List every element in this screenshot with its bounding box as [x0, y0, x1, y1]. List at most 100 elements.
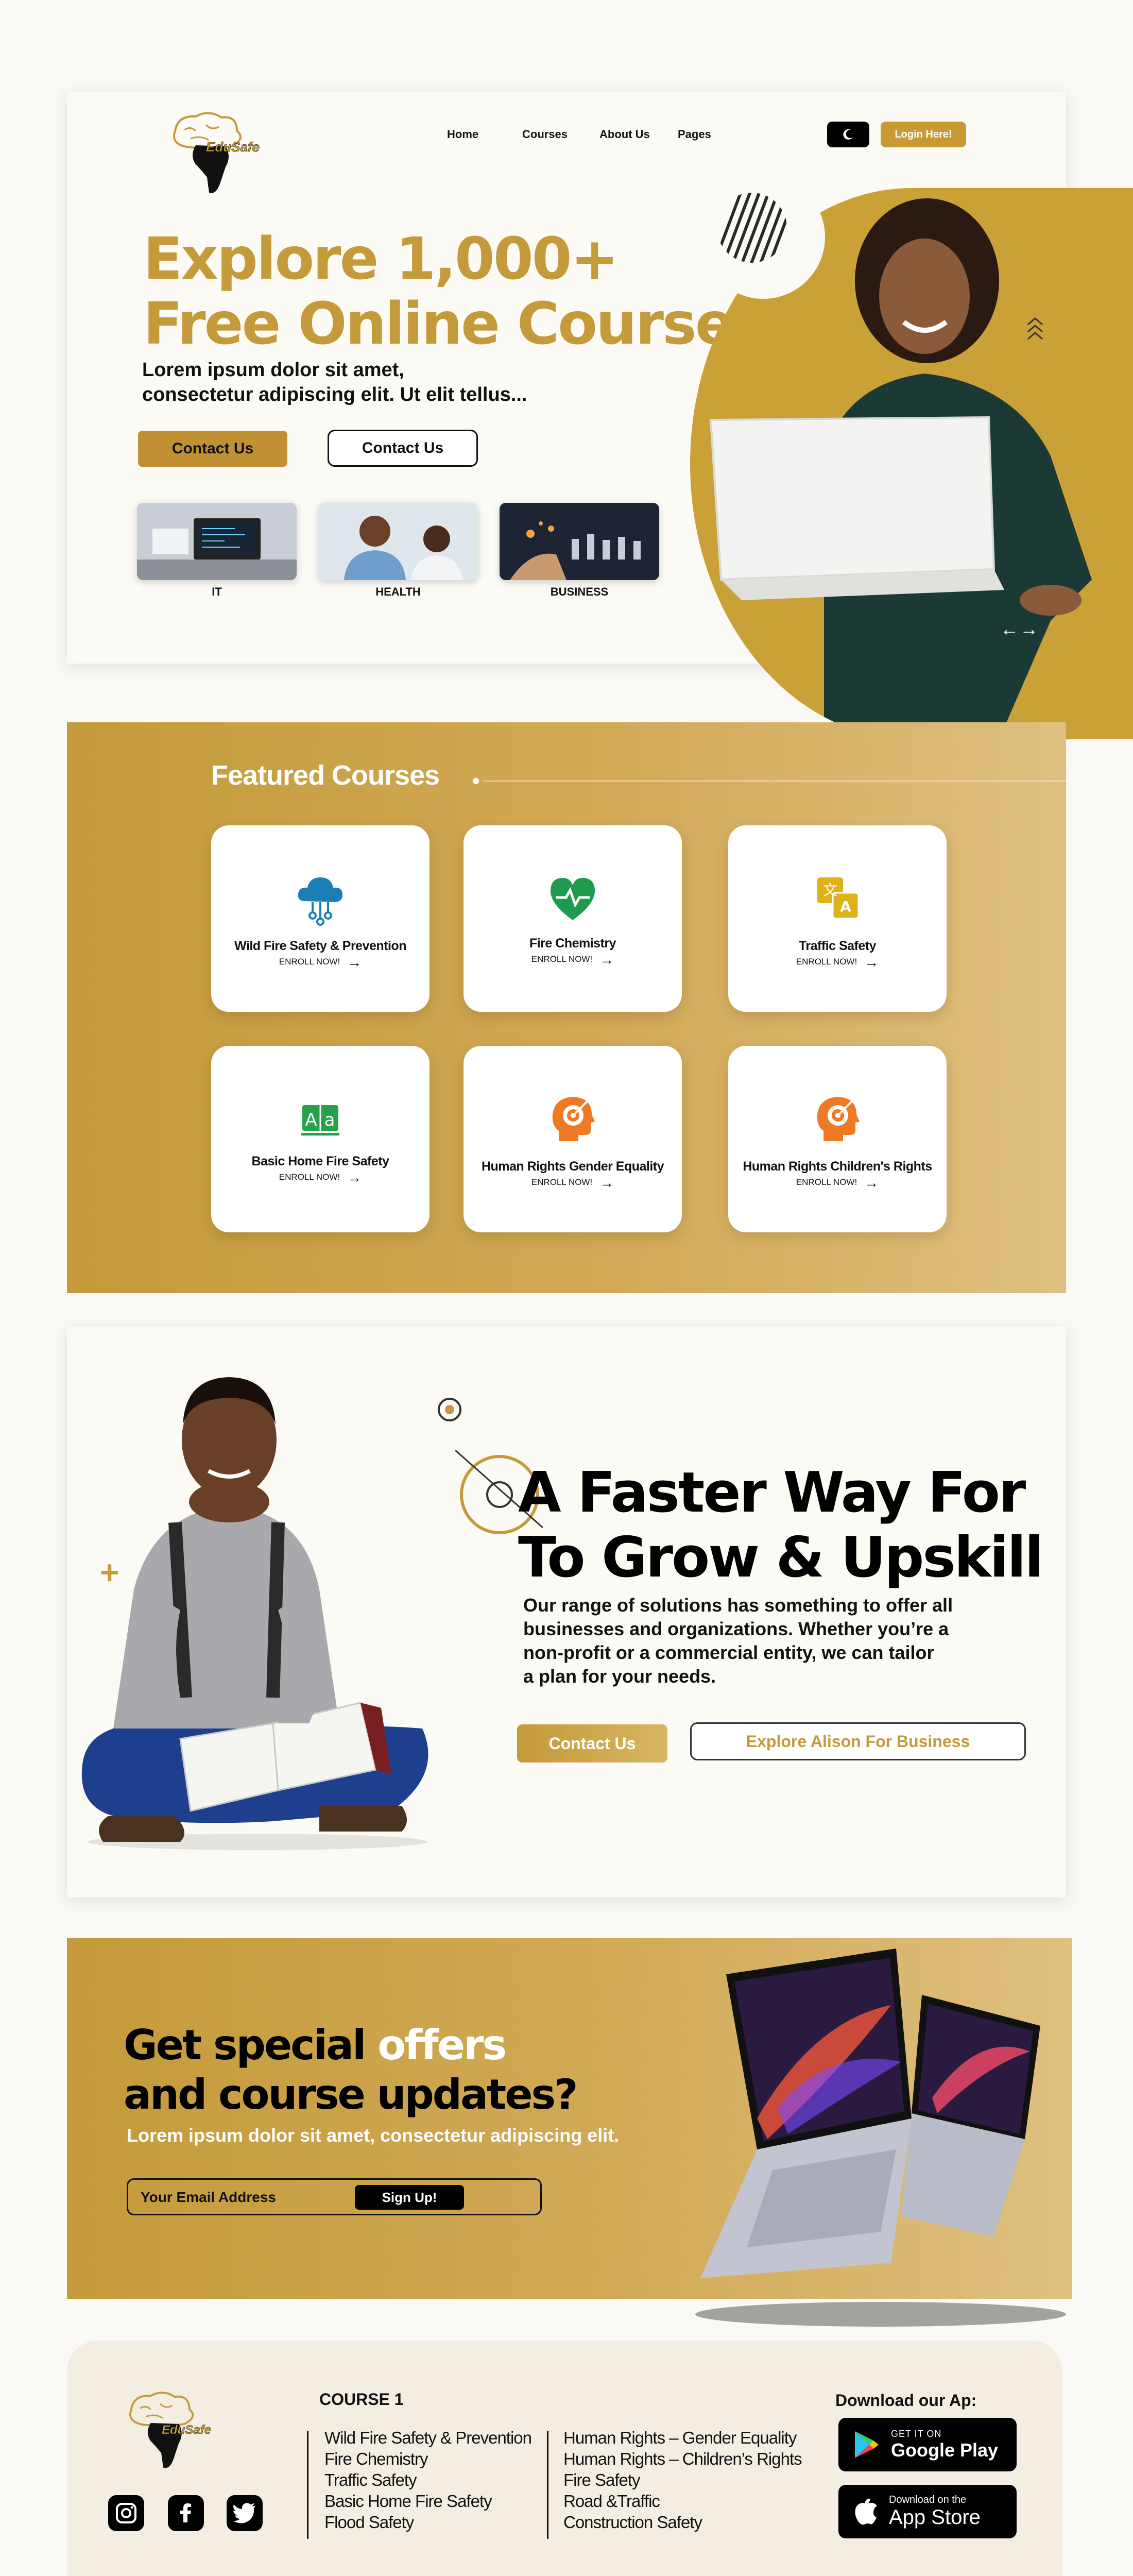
- upskill-contact-button[interactable]: Contact Us: [517, 1724, 667, 1762]
- carousel-arrows-icon[interactable]: ←→: [1000, 618, 1039, 640]
- enroll-link[interactable]: ENROLL NOW! →: [531, 1175, 614, 1190]
- enroll-link[interactable]: ENROLL NOW! →: [279, 1170, 362, 1184]
- instagram-icon[interactable]: [108, 2495, 144, 2531]
- footer-link[interactable]: Fire Safety: [563, 2469, 802, 2490]
- footer-link[interactable]: Fire Chemistry: [324, 2448, 531, 2469]
- enroll-link[interactable]: ENROLL NOW! →: [796, 1174, 879, 1191]
- footer-link[interactable]: Human Rights – Gender Equality: [563, 2427, 802, 2448]
- footer-link[interactable]: Human Rights – Children’s Rights: [563, 2448, 802, 2469]
- app-store-button[interactable]: Download on the App Store: [838, 2485, 1017, 2538]
- newsletter-title-a: Get special: [124, 2021, 378, 2069]
- newsletter-form: Your Email Address Sign Up!: [127, 2178, 542, 2215]
- facebook-icon[interactable]: [168, 2495, 204, 2531]
- striped-circle-decor: [717, 193, 787, 263]
- upskill-body-line: a plan for your needs.: [523, 1666, 716, 1687]
- hero-title-line2: Free Online Courses: [143, 291, 767, 358]
- arrow-right-icon: →: [347, 954, 362, 970]
- svg-text:文: 文: [823, 882, 837, 899]
- target-dot-decor: [438, 1398, 461, 1421]
- footer-link[interactable]: Flood Safety: [324, 2512, 531, 2533]
- category-label-it: IT: [212, 585, 222, 598]
- footer-col2: Human Rights – Gender Equality Human Rig…: [563, 2427, 802, 2533]
- translate-icon: 文A: [809, 870, 866, 929]
- enroll-link[interactable]: ENROLL NOW! →: [796, 955, 879, 969]
- course-card[interactable]: Wild Fire Safety & Prevention ENROLL NOW!…: [211, 825, 430, 1012]
- login-button[interactable]: Login Here!: [881, 122, 966, 147]
- hero-subtitle: Lorem ipsum dolor sit amet, consectetur …: [142, 358, 527, 407]
- upskill-section: + A Faster Way For To Grow & Upskill Our…: [67, 1327, 1066, 1897]
- hero-contact-primary-button[interactable]: Contact Us: [138, 431, 287, 467]
- svg-text:A: A: [305, 1110, 317, 1130]
- course-name: Fire Chemistry: [529, 936, 616, 951]
- category-thumb-it[interactable]: [137, 503, 297, 580]
- upskill-title-line2: To Grow & Upskill: [518, 1526, 1044, 1590]
- heart-pulse-icon: [544, 873, 601, 927]
- signup-button[interactable]: Sign Up!: [355, 2185, 464, 2210]
- arrow-right-icon: →: [599, 951, 614, 968]
- hero-subtitle-line1: Lorem ipsum dolor sit amet,: [142, 359, 404, 381]
- footer-column-title: COURSE 1: [319, 2390, 404, 2409]
- footer: EduSafe COURSE 1 Wild Fire Safety & Prev…: [67, 2341, 1062, 2576]
- course-card[interactable]: Aa Basic Home Fire Safety ENROLL NOW! →: [211, 1046, 430, 1232]
- hero-subtitle-line2: consectetur adipiscing elit. Ut elit tel…: [142, 384, 527, 405]
- footer-link[interactable]: Basic Home Fire Safety: [324, 2490, 531, 2512]
- google-play-icon: [855, 2431, 879, 2458]
- enroll-label: ENROLL NOW!: [531, 954, 593, 964]
- enroll-label: ENROLL NOW!: [279, 1172, 340, 1182]
- hero-title-line1: Explore 1,000+: [143, 226, 619, 293]
- app-store-big: App Store: [889, 2506, 981, 2529]
- footer-link[interactable]: Construction Safety: [563, 2512, 802, 2533]
- head-target-icon: [809, 1091, 866, 1150]
- course-card[interactable]: Fire Chemistry ENROLL NOW! →: [464, 825, 682, 1012]
- course-card[interactable]: Human Rights Children's Rights ENROLL NOW…: [728, 1046, 947, 1232]
- google-play-small: GET IT ON: [891, 2428, 942, 2439]
- featured-title-dot: [473, 778, 479, 784]
- svg-text:a: a: [324, 1110, 335, 1130]
- enroll-link[interactable]: ENROLL NOW! →: [279, 954, 362, 970]
- nav-pages[interactable]: Pages: [678, 128, 711, 141]
- course-card[interactable]: 文 A Traffic Safety ENROLL NOW! →: [728, 825, 947, 1012]
- svg-text:A: A: [840, 898, 851, 915]
- student-illustration: [52, 1368, 464, 1852]
- footer-link[interactable]: Wild Fire Safety & Prevention: [324, 2427, 532, 2448]
- google-play-big: Google Play: [891, 2439, 999, 2461]
- nav-home[interactable]: Home: [447, 128, 478, 141]
- category-thumb-health[interactable]: [318, 503, 478, 580]
- arrow-right-icon: →: [864, 1174, 879, 1191]
- footer-divider-2: [547, 2431, 548, 2539]
- hero-contact-secondary-button[interactable]: Contact Us: [328, 430, 478, 467]
- text-aa-icon: Aa: [292, 1096, 349, 1145]
- featured-title-line: [483, 781, 1066, 782]
- newsletter-subtitle: Lorem ipsum dolor sit amet, consectetur …: [127, 2125, 620, 2146]
- upskill-body-line: businesses and organizations. Whether yo…: [523, 1618, 949, 1639]
- dark-mode-toggle[interactable]: [827, 122, 869, 147]
- moon-icon: [843, 129, 853, 140]
- course-card[interactable]: Human Rights Gender Equality ENROLL NOW! →: [464, 1046, 682, 1232]
- nav-about-us[interactable]: About Us: [599, 128, 650, 141]
- newsletter-title: Get special offers and course updates?: [124, 2021, 578, 2120]
- enroll-label: ENROLL NOW!: [279, 957, 340, 967]
- twitter-icon[interactable]: [227, 2495, 263, 2531]
- upskill-body: Our range of solutions has something to …: [523, 1594, 997, 1688]
- explore-business-button[interactable]: Explore Alison For Business: [690, 1722, 1026, 1760]
- plus-decor-icon: +: [100, 1554, 119, 1591]
- upskill-body-line: non-profit or a commercial entity, we ca…: [523, 1642, 934, 1663]
- featured-title: Featured Courses: [211, 760, 440, 791]
- newsletter-title-highlight: offers: [377, 2021, 507, 2069]
- footer-col1: Wild Fire Safety & Prevention Fire Chemi…: [324, 2427, 532, 2533]
- email-input[interactable]: Your Email Address: [141, 2189, 276, 2206]
- download-title: Download our Ap:: [835, 2391, 977, 2410]
- footer-divider-1: [307, 2431, 308, 2539]
- footer-link[interactable]: Road &Traffic: [563, 2490, 802, 2512]
- enroll-link[interactable]: ENROLL NOW! →: [531, 951, 614, 968]
- scroll-up-icon[interactable]: [1025, 314, 1045, 345]
- head-target-icon: [544, 1091, 601, 1150]
- google-play-button[interactable]: GET IT ON Google Play: [838, 2418, 1017, 2471]
- category-thumb-business[interactable]: [500, 503, 659, 580]
- featured-courses-section: Featured Courses Wild Fire Safety & Prev…: [67, 722, 1066, 1293]
- footer-link[interactable]: Traffic Safety: [324, 2469, 531, 2490]
- enroll-label: ENROLL NOW!: [796, 1177, 857, 1187]
- logo-text: EduSafe: [206, 139, 260, 155]
- nav-courses[interactable]: Courses: [522, 128, 568, 141]
- course-name: Traffic Safety: [798, 939, 877, 953]
